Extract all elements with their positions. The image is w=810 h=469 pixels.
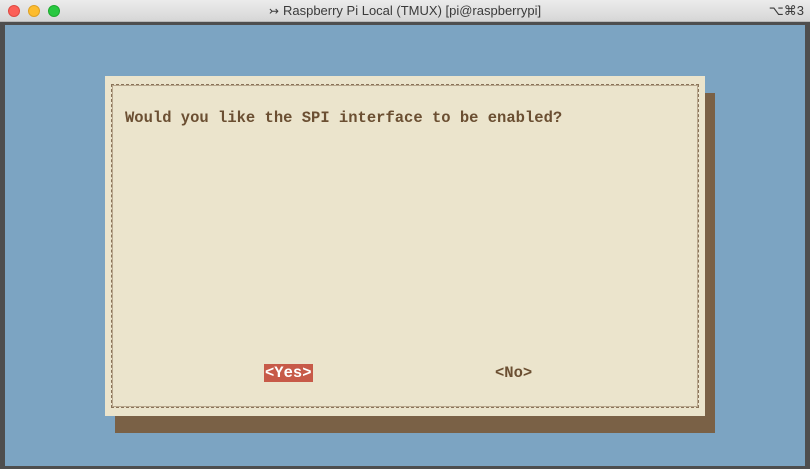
- confirmation-dialog: Would you like the SPI interface to be e…: [105, 76, 705, 416]
- terminal-arrow-icon: ↣: [268, 4, 279, 18]
- title-bar[interactable]: ↣ Raspberry Pi Local (TMUX) [pi@raspberry…: [0, 0, 810, 22]
- dialog-question: Would you like the SPI interface to be e…: [125, 109, 563, 127]
- terminal-area[interactable]: Would you like the SPI interface to be e…: [5, 25, 805, 466]
- window-title: ↣ Raspberry Pi Local (TMUX) [pi@raspberry…: [0, 3, 810, 18]
- yes-button[interactable]: <Yes>: [264, 364, 313, 382]
- no-button[interactable]: <No>: [494, 364, 533, 382]
- window-title-text: Raspberry Pi Local (TMUX) [pi@raspberryp…: [282, 3, 542, 18]
- terminal-window: ↣ Raspberry Pi Local (TMUX) [pi@raspberry…: [0, 0, 810, 469]
- keyboard-shortcut: ⌥⌘3: [768, 3, 804, 18]
- dialog-frame: [111, 84, 699, 408]
